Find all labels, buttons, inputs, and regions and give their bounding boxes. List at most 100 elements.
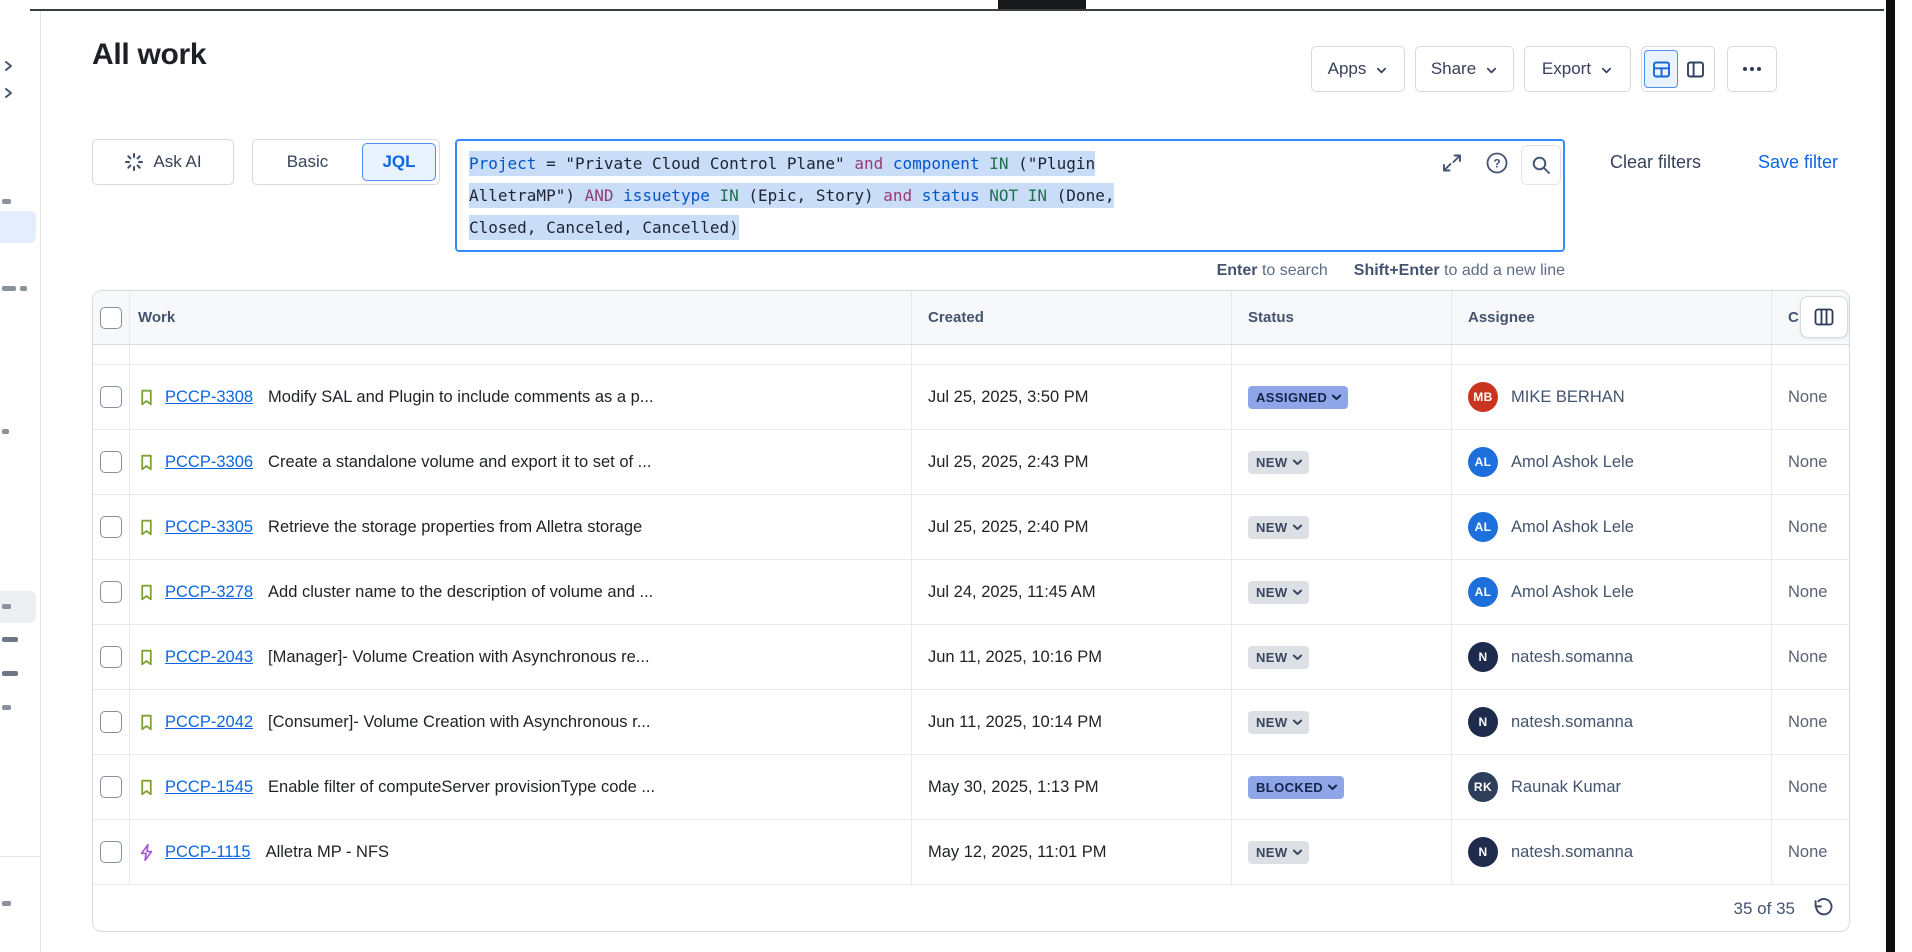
chevron-right-icon[interactable]: [1, 59, 15, 73]
status-label: NEW: [1256, 650, 1288, 665]
row-checkbox[interactable]: [100, 776, 122, 798]
row-select-cell: [93, 365, 130, 429]
sidebar-item-fragment: [2, 637, 18, 642]
issue-key-link[interactable]: PCCP-1115: [165, 843, 251, 862]
issue-key-link[interactable]: PCCP-2043: [165, 648, 253, 667]
status-badge[interactable]: NEW: [1248, 516, 1309, 539]
issue-key-link[interactable]: PCCP-3305: [165, 518, 253, 537]
status-cell: NEW: [1232, 495, 1452, 559]
select-all-checkbox[interactable]: [100, 307, 122, 329]
row-select-cell: [93, 820, 130, 884]
truncated-cell: None: [1772, 365, 1849, 429]
save-filter-link[interactable]: Save filter: [1758, 152, 1838, 173]
issue-summary[interactable]: [Consumer]- Volume Creation with Asynchr…: [268, 713, 650, 732]
issue-summary[interactable]: Modify SAL and Plugin to include comment…: [268, 388, 654, 407]
table-footer: 35 of 35: [93, 885, 1849, 932]
row-checkbox[interactable]: [100, 581, 122, 603]
assignee-name: natesh.somanna: [1511, 843, 1633, 862]
created-cell: Jul 25, 2025, 2:43 PM: [912, 430, 1232, 494]
issue-summary[interactable]: [Manager]- Volume Creation with Asynchro…: [268, 648, 650, 667]
row-checkbox[interactable]: [100, 711, 122, 733]
row-select-cell: [93, 690, 130, 754]
issue-key-link[interactable]: PCCP-3306: [165, 453, 253, 472]
refresh-icon[interactable]: [1810, 897, 1834, 921]
help-icon[interactable]: ?: [1484, 150, 1510, 176]
hint-shift-text: to add a new line: [1440, 262, 1565, 279]
work-cell: PCCP-3278 Add cluster name to the descri…: [130, 560, 912, 624]
apps-button[interactable]: Apps: [1311, 46, 1405, 92]
created-date: Jun 11, 2025, 10:14 PM: [928, 713, 1102, 732]
chevron-down-icon: [1292, 718, 1303, 727]
table-view-toggle[interactable]: [1644, 50, 1678, 88]
more-actions-button[interactable]: [1727, 46, 1777, 92]
chevron-down-icon: [1327, 783, 1338, 792]
column-header-assignee[interactable]: Assignee: [1452, 291, 1772, 344]
row-checkbox[interactable]: [100, 386, 122, 408]
chevron-down-icon: [1292, 523, 1303, 532]
status-badge[interactable]: NEW: [1248, 451, 1309, 474]
issue-summary[interactable]: Create a standalone volume and export it…: [268, 453, 651, 472]
status-badge[interactable]: NEW: [1248, 711, 1309, 734]
table-row: PCCP-3278 Add cluster name to the descri…: [93, 560, 1849, 625]
mode-basic-tab[interactable]: Basic: [253, 152, 362, 172]
status-badge[interactable]: BLOCKED: [1248, 776, 1344, 799]
jql-query-input[interactable]: Project = "Private Cloud Control Plane" …: [455, 139, 1565, 252]
created-date: Jul 25, 2025, 2:43 PM: [928, 453, 1089, 472]
avatar: AL: [1468, 447, 1498, 477]
issue-summary[interactable]: Retrieve the storage properties from All…: [268, 518, 642, 537]
sidebar-item-selected[interactable]: [0, 211, 36, 243]
status-badge[interactable]: NEW: [1248, 581, 1309, 604]
sidebar-item-fragment: [2, 705, 11, 710]
partially-scrolled-row: [93, 345, 1849, 365]
created-date: Jun 11, 2025, 10:16 PM: [928, 648, 1102, 667]
table-view-icon: [1651, 59, 1672, 80]
table-body: PCCP-3308 Modify SAL and Plugin to inclu…: [93, 365, 1849, 885]
share-button[interactable]: Share: [1415, 46, 1514, 92]
status-badge[interactable]: NEW: [1248, 841, 1309, 864]
issue-summary[interactable]: Alletra MP - NFS: [266, 843, 389, 862]
status-label: BLOCKED: [1256, 780, 1323, 795]
row-checkbox[interactable]: [100, 451, 122, 473]
query-mode-switcher: Basic JQL: [252, 139, 440, 185]
issue-summary[interactable]: Add cluster name to the description of v…: [268, 583, 653, 602]
row-checkbox[interactable]: [100, 516, 122, 538]
ask-ai-button[interactable]: Ask AI: [92, 139, 234, 185]
avatar: N: [1468, 707, 1498, 737]
sidebar-item-fragment: [2, 604, 11, 609]
clear-filters-link[interactable]: Clear filters: [1610, 152, 1701, 173]
export-button[interactable]: Export: [1524, 46, 1631, 92]
created-date: Jul 24, 2025, 11:45 AM: [928, 583, 1096, 602]
column-header-work[interactable]: Work: [130, 291, 912, 344]
status-badge[interactable]: NEW: [1248, 646, 1309, 669]
table-row: PCCP-2043 [Manager]- Volume Creation wit…: [93, 625, 1849, 690]
row-checkbox[interactable]: [100, 841, 122, 863]
issue-key-link[interactable]: PCCP-1545: [165, 778, 253, 797]
mode-jql-tab[interactable]: JQL: [362, 143, 436, 181]
issue-key-link[interactable]: PCCP-2042: [165, 713, 253, 732]
detail-view-toggle[interactable]: [1678, 50, 1712, 88]
truncated-cell: None: [1772, 755, 1849, 819]
work-cell: PCCP-2042 [Consumer]- Volume Creation wi…: [130, 690, 912, 754]
assignee-name: Raunak Kumar: [1511, 778, 1621, 797]
issue-summary[interactable]: Enable filter of computeServer provision…: [268, 778, 655, 797]
status-cell: NEW: [1232, 430, 1452, 494]
issue-key-link[interactable]: PCCP-3308: [165, 388, 253, 407]
row-checkbox[interactable]: [100, 646, 122, 668]
column-header-status[interactable]: Status: [1232, 291, 1452, 344]
truncated-column-value: None: [1788, 713, 1827, 732]
search-icon[interactable]: [1521, 145, 1561, 185]
chevron-right-icon[interactable]: [1, 86, 15, 100]
created-date: Jul 25, 2025, 2:40 PM: [928, 518, 1089, 537]
assignee-cell: MB MIKE BERHAN: [1452, 365, 1772, 429]
column-header-created[interactable]: Created: [912, 291, 1232, 344]
table-row: PCCP-3306 Create a standalone volume and…: [93, 430, 1849, 495]
sidebar-item-fragment: [2, 199, 11, 204]
configure-columns-button[interactable]: [1800, 296, 1848, 338]
issue-key-link[interactable]: PCCP-3278: [165, 583, 253, 602]
status-label: NEW: [1256, 455, 1288, 470]
status-badge[interactable]: ASSIGNED: [1248, 386, 1348, 409]
avatar: AL: [1468, 577, 1498, 607]
svg-text:?: ?: [1493, 157, 1500, 171]
truncated-cell: None: [1772, 495, 1849, 559]
expand-icon[interactable]: [1440, 151, 1464, 175]
